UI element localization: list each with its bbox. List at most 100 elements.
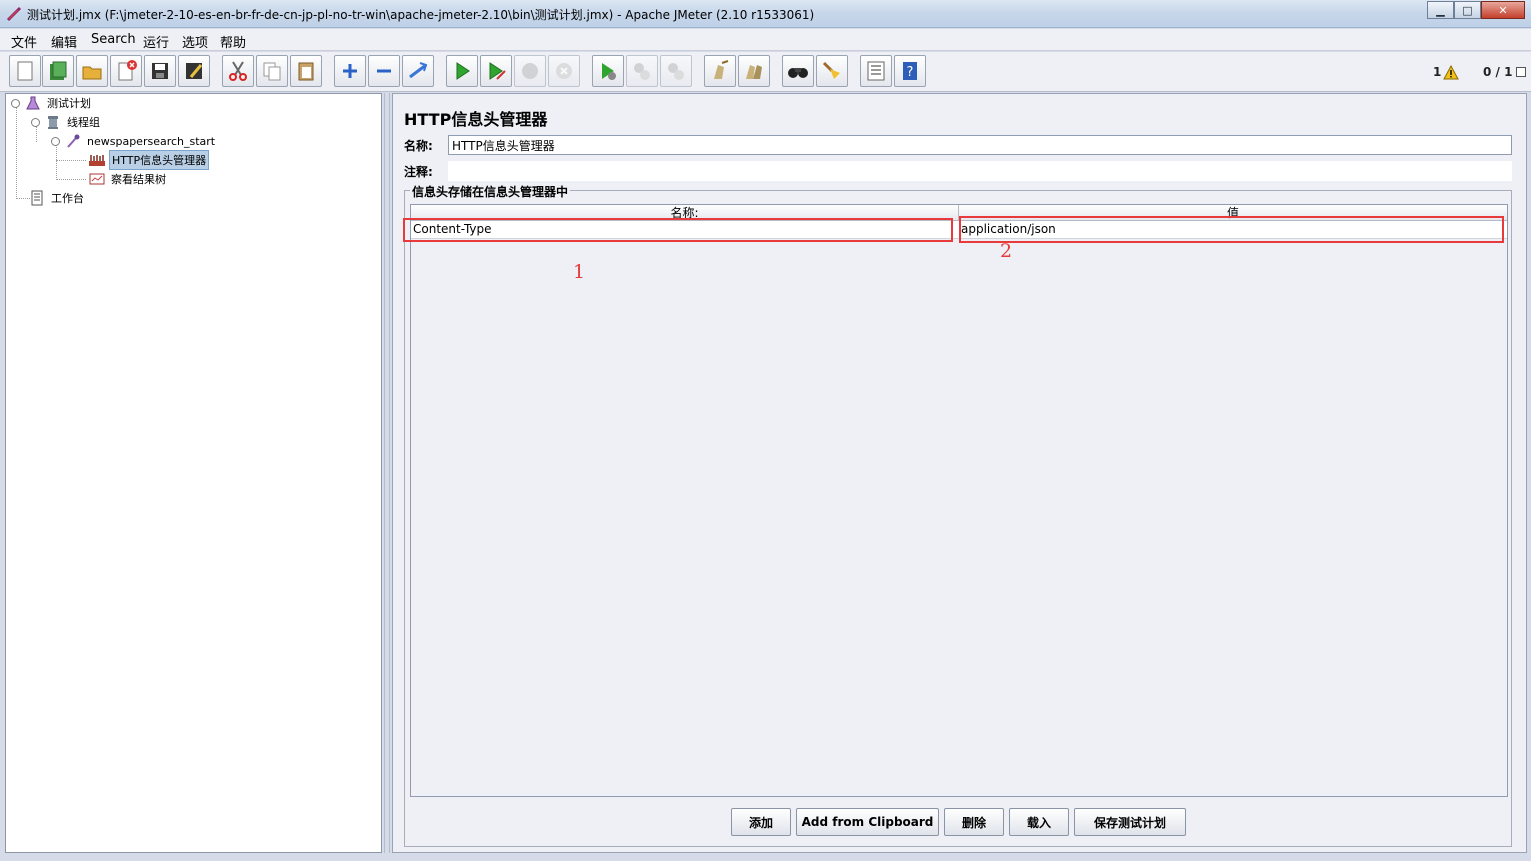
minimize-button[interactable]: ▁ <box>1427 1 1454 19</box>
tree-connector <box>56 160 86 161</box>
help-button[interactable]: ? <box>894 55 926 87</box>
reset-search-button[interactable] <box>816 55 848 87</box>
delete-button[interactable]: 删除 <box>944 808 1004 836</box>
tree-label: 线程组 <box>67 116 100 129</box>
tree-label: HTTP信息头管理器 <box>109 150 210 170</box>
remote-start-button[interactable] <box>592 55 624 87</box>
menu-search[interactable]: Search <box>91 32 136 47</box>
menu-options[interactable]: 选项 <box>182 32 208 51</box>
new-icon <box>17 61 33 81</box>
tree-node-header-manager[interactable]: HTTP信息头管理器 <box>88 150 210 170</box>
remote-stop-icon <box>634 63 650 80</box>
paste-button[interactable] <box>290 55 322 87</box>
comment-label: 注释: <box>404 164 433 179</box>
tree-label: 工作台 <box>51 192 84 205</box>
title-bar: 测试计划.jmx (F:\jmeter-2-10-es-en-br-fr-de-… <box>0 0 1531 28</box>
save-as-button[interactable] <box>178 55 210 87</box>
tree-expander[interactable] <box>31 117 40 127</box>
start-no-pause-icon <box>489 62 506 80</box>
expand-icon <box>343 64 357 78</box>
paste-icon <box>298 62 314 81</box>
tree-connector <box>56 145 57 180</box>
add-from-clipboard-button[interactable]: Add from Clipboard <box>796 808 939 836</box>
pane-splitter[interactable] <box>384 93 390 853</box>
comment-row: 注释: <box>404 160 1512 182</box>
menu-edit[interactable]: 编辑 <box>51 32 77 51</box>
cut-button[interactable] <box>222 55 254 87</box>
templates-icon <box>50 61 67 80</box>
templates-button[interactable] <box>42 55 74 87</box>
clear-all-icon <box>746 65 762 79</box>
start-button[interactable] <box>446 55 478 87</box>
comment-field[interactable] <box>448 161 1512 181</box>
collapse-icon <box>377 69 391 73</box>
start-no-pause-button[interactable] <box>480 55 512 87</box>
annotation-box-1 <box>403 218 953 242</box>
clear-button[interactable] <box>704 55 736 87</box>
thread-group-icon <box>48 116 58 129</box>
remote-start-icon <box>602 63 616 80</box>
cut-icon <box>229 61 247 81</box>
annotation-box-2 <box>959 216 1504 243</box>
close-button[interactable]: ✕ <box>1481 1 1525 19</box>
maximize-button[interactable]: □ <box>1454 1 1481 19</box>
running-indicator <box>1516 67 1526 77</box>
stop-button[interactable] <box>514 55 546 87</box>
collapse-button[interactable] <box>368 55 400 87</box>
annotation-number-1: 1 <box>573 261 586 283</box>
function-helper-icon <box>867 61 885 81</box>
stop-icon <box>522 63 538 79</box>
save-button[interactable] <box>144 55 176 87</box>
toggle-button[interactable] <box>402 55 434 87</box>
menu-file[interactable]: 文件 <box>11 32 37 51</box>
svg-text:?: ? <box>907 65 914 80</box>
tree-node-test-plan[interactable]: 测试计划 <box>11 94 93 112</box>
reset-search-icon <box>822 61 840 79</box>
button-bar: 添加 Add from Clipboard 删除 载入 保存测试计划 <box>393 808 1528 838</box>
shutdown-button[interactable] <box>548 55 580 87</box>
editor-panel: HTTP信息头管理器 名称: 注释: 信息头存储在信息头管理器中 名称: 值 C… <box>392 93 1527 853</box>
open-icon <box>82 66 102 80</box>
headers-table[interactable]: 名称: 值 Content-Type application/json <box>410 204 1508 797</box>
menu-help[interactable]: 帮助 <box>220 32 246 51</box>
menu-run[interactable]: 运行 <box>143 32 169 51</box>
save-test-plan-button[interactable]: 保存测试计划 <box>1074 808 1186 836</box>
page-title: HTTP信息头管理器 <box>404 110 548 129</box>
function-helper-button[interactable] <box>860 55 892 87</box>
jmeter-feather-icon <box>6 6 22 22</box>
clear-all-button[interactable] <box>738 55 770 87</box>
new-button[interactable] <box>9 55 41 87</box>
remote-shutdown-button[interactable] <box>660 55 692 87</box>
test-plan-tree[interactable]: 测试计划 线程组 newspapersearch_start HTTP信息头管理… <box>5 93 382 853</box>
tree-node-thread-group[interactable]: 线程组 <box>31 113 102 131</box>
menu-bar: 文件 编辑 Search 运行 选项 帮助 <box>0 29 1531 51</box>
warning-count: 1 <box>1433 65 1442 79</box>
tree-node-workbench[interactable]: 工作台 <box>28 189 86 207</box>
clear-icon <box>714 60 729 79</box>
toggle-icon <box>409 62 428 79</box>
add-button[interactable]: 添加 <box>731 808 791 836</box>
tree-node-sampler[interactable]: newspapersearch_start <box>51 132 217 150</box>
workbench-icon <box>31 190 43 206</box>
close-file-icon <box>118 60 137 81</box>
expand-button[interactable] <box>334 55 366 87</box>
close-file-button[interactable] <box>110 55 142 87</box>
name-row: 名称: <box>404 134 1512 156</box>
test-plan-icon <box>26 96 40 110</box>
tree-expander[interactable] <box>51 136 60 146</box>
toolbar: ? 1 0 / 1 <box>0 52 1531 92</box>
name-field[interactable] <box>448 135 1512 155</box>
headers-group: 信息头存储在信息头管理器中 名称: 值 Content-Type applica… <box>404 183 1512 847</box>
remote-stop-button[interactable] <box>626 55 658 87</box>
tree-label: 测试计划 <box>47 97 91 110</box>
tree-node-results-tree[interactable]: 察看结果树 <box>88 170 168 188</box>
load-button[interactable]: 载入 <box>1009 808 1069 836</box>
name-label: 名称: <box>404 138 433 153</box>
copy-icon <box>263 62 281 81</box>
remote-shutdown-icon <box>668 63 684 80</box>
warning-icon[interactable] <box>1443 65 1459 80</box>
open-button[interactable] <box>76 55 108 87</box>
copy-button[interactable] <box>256 55 288 87</box>
tree-expander[interactable] <box>11 98 20 108</box>
search-button[interactable] <box>782 55 814 87</box>
